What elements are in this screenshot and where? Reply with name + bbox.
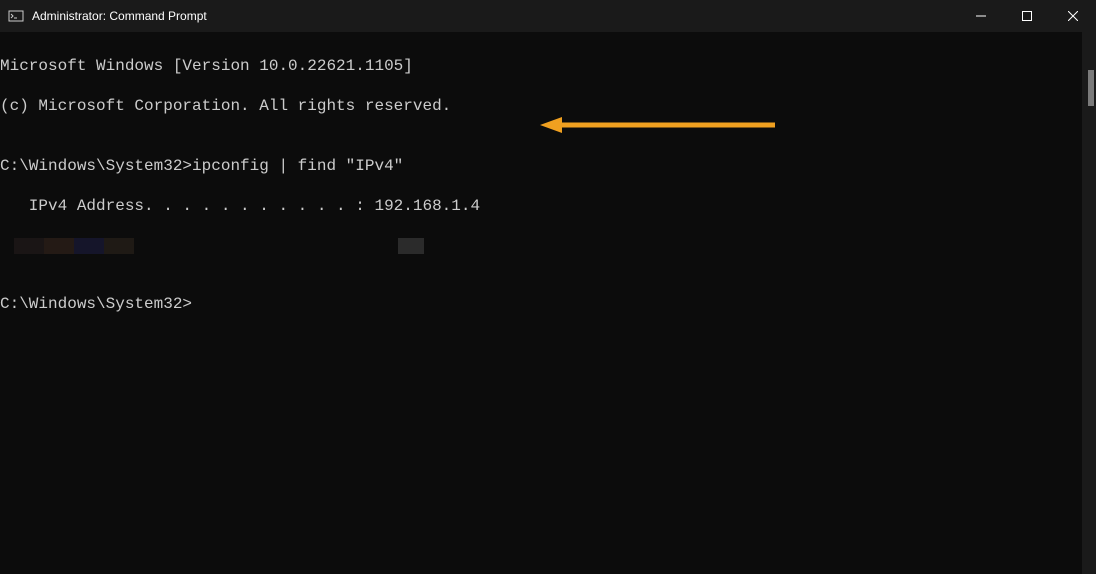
redacted-row — [14, 238, 1096, 254]
console-line: Microsoft Windows [Version 10.0.22621.11… — [0, 56, 1096, 76]
titlebar: Administrator: Command Prompt — [0, 0, 1096, 32]
redacted-block — [14, 238, 44, 254]
console-line: (c) Microsoft Corporation. All rights re… — [0, 96, 1096, 116]
redacted-block — [104, 238, 134, 254]
titlebar-left: Administrator: Command Prompt — [8, 8, 207, 24]
console-prompt-line: C:\Windows\System32>ipconfig | find "IPv… — [0, 156, 1096, 176]
close-button[interactable] — [1050, 0, 1096, 32]
redacted-block — [74, 238, 104, 254]
console-prompt: C:\Windows\System32> — [0, 294, 1096, 314]
scrollbar-track[interactable] — [1082, 32, 1096, 574]
window-title: Administrator: Command Prompt — [32, 9, 207, 23]
console-output-line: IPv4 Address. . . . . . . . . . . : 192.… — [0, 196, 1096, 216]
console-output[interactable]: Microsoft Windows [Version 10.0.22621.11… — [0, 32, 1096, 334]
scrollbar-thumb[interactable] — [1088, 70, 1094, 106]
minimize-button[interactable] — [958, 0, 1004, 32]
redacted-block — [44, 238, 74, 254]
cmd-icon — [8, 8, 24, 24]
maximize-button[interactable] — [1004, 0, 1050, 32]
window-controls — [958, 0, 1096, 32]
redacted-block — [398, 238, 424, 254]
